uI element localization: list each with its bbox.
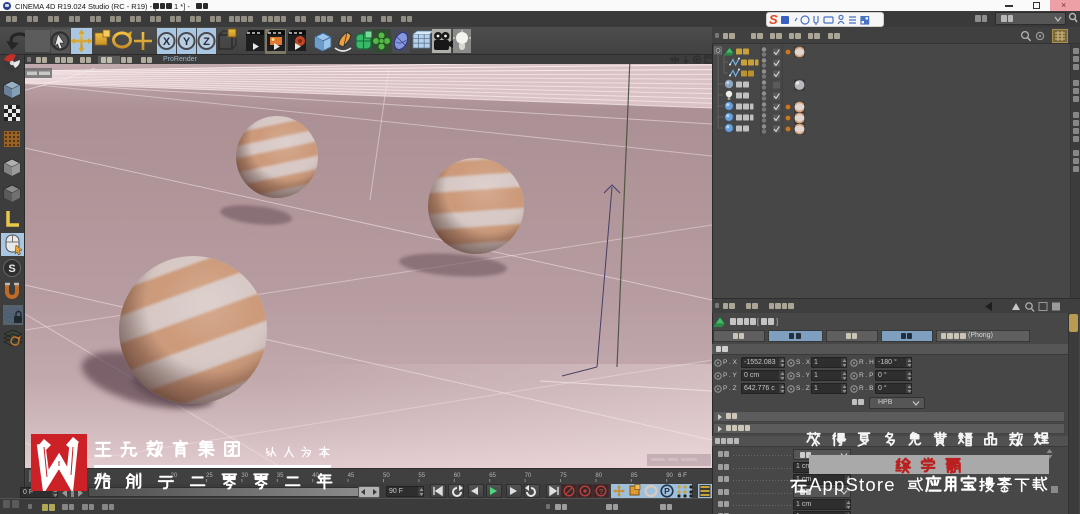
svg-text:S: S <box>8 263 15 275</box>
svg-text:60: 60 <box>454 473 461 479</box>
svg-text:Z: Z <box>203 36 210 48</box>
svg-text:85: 85 <box>631 473 638 479</box>
svg-text:90: 90 <box>666 473 673 479</box>
svg-text:80: 80 <box>595 473 602 479</box>
svg-text:65: 65 <box>489 473 496 479</box>
svg-text:Y: Y <box>183 36 191 48</box>
svg-text:50: 50 <box>383 473 390 479</box>
svg-text:6 F: 6 F <box>678 472 687 479</box>
svg-text:75: 75 <box>560 473 567 479</box>
svg-text:?: ? <box>599 487 604 496</box>
svg-text:X: X <box>163 36 171 48</box>
svg-text:70: 70 <box>525 473 532 479</box>
svg-text:P: P <box>664 486 670 496</box>
svg-text:55: 55 <box>418 473 425 479</box>
